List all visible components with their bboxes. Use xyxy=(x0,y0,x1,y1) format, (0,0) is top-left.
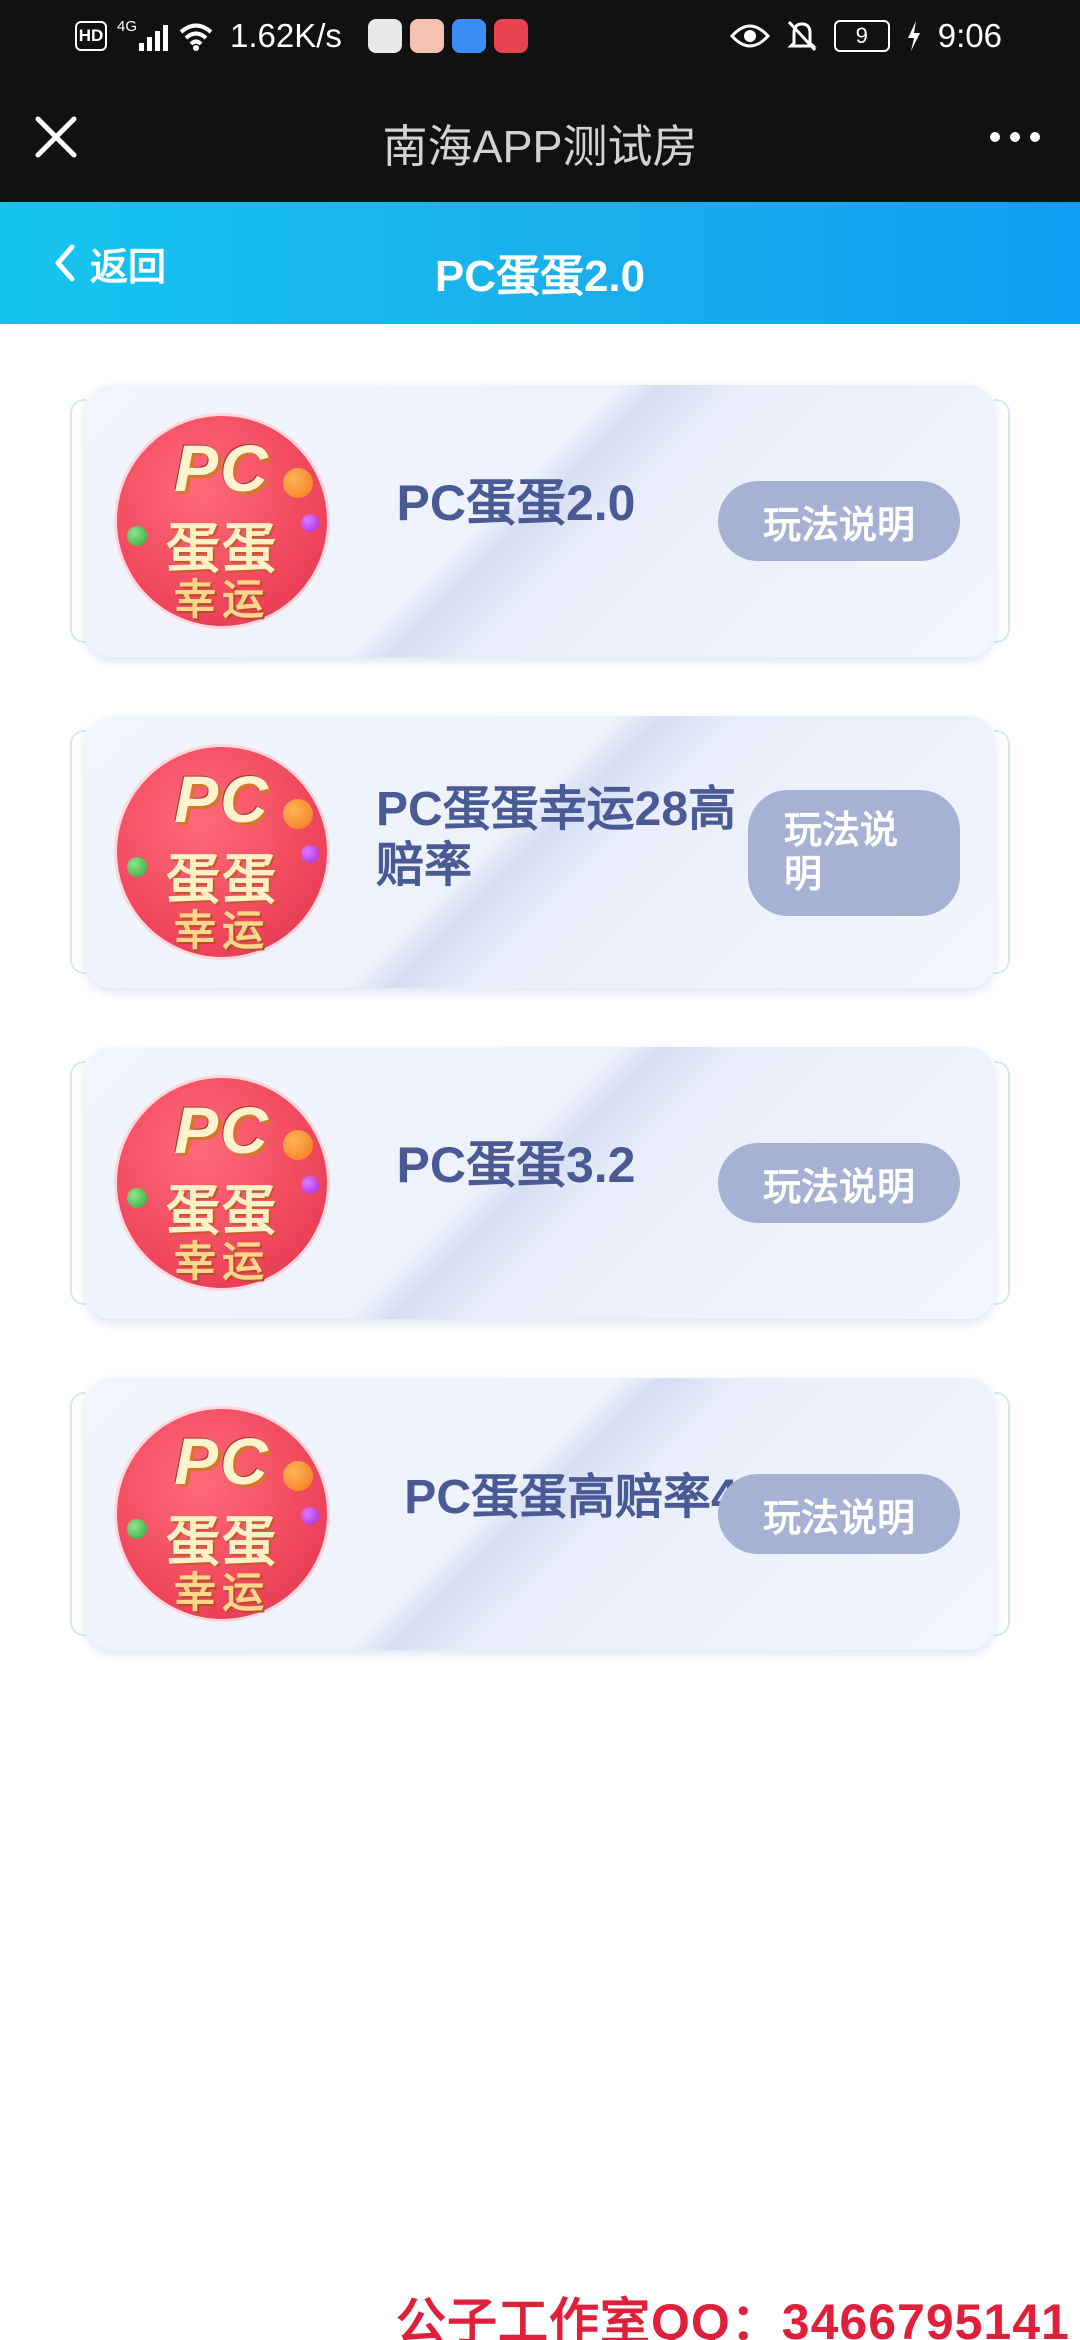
logo-purple-dot xyxy=(301,514,319,532)
network-speed: 1.62K/s xyxy=(230,17,342,54)
card-edge-right xyxy=(994,730,1010,974)
card-edge-right xyxy=(994,1061,1010,1305)
game-logo: PC 蛋蛋 幸运 xyxy=(114,1075,330,1291)
game-name: PC蛋蛋幸运28高赔率 xyxy=(376,783,737,892)
nav-header: 返回 PC蛋蛋2.0 xyxy=(0,202,1080,324)
app-icon-4 xyxy=(493,19,528,53)
watermark-text: 公子工作室QQ：3466795141 xyxy=(396,2294,1070,2340)
card-edge-right xyxy=(994,399,1010,643)
battery-level: 9 xyxy=(855,23,868,48)
more-menu-button[interactable] xyxy=(980,117,1050,157)
card-background: PC 蛋蛋 幸运 PC蛋蛋3.2 玩法说明 xyxy=(86,1047,994,1319)
rules-button[interactable]: 玩法说明 xyxy=(748,790,960,916)
logo-green-dot xyxy=(127,857,147,877)
game-name: PC蛋蛋2.0 xyxy=(396,475,636,531)
title-bar: 南海APP测试房 xyxy=(0,72,1080,202)
eye-icon xyxy=(729,24,770,48)
more-dot-icon xyxy=(990,132,1000,142)
game-name: PC蛋蛋3.2 xyxy=(396,1137,636,1193)
rules-button[interactable]: 玩法说明 xyxy=(718,481,960,561)
logo-orange-dot xyxy=(283,799,313,829)
wifi-icon xyxy=(179,23,213,51)
card-edge-right xyxy=(994,1392,1010,1636)
hd-icon: HD xyxy=(75,21,107,51)
card-background: PC 蛋蛋 幸运 PC蛋蛋幸运28高赔率 玩法说明 xyxy=(86,716,994,988)
game-card[interactable]: PC 蛋蛋 幸运 PC蛋蛋3.2 玩法说明 xyxy=(70,1047,1010,1319)
logo-orange-dot xyxy=(283,1461,313,1491)
rules-button[interactable]: 玩法说明 xyxy=(718,1474,960,1554)
card-edge-left xyxy=(70,730,86,974)
card-edge-left xyxy=(70,1061,86,1305)
logo-purple-dot xyxy=(301,1176,319,1194)
signal-icon xyxy=(139,21,169,51)
game-card[interactable]: PC 蛋蛋 幸运 PC蛋蛋高赔率4 玩法说明 xyxy=(70,1378,1010,1650)
logo-purple-dot xyxy=(301,845,319,863)
logo-text-luck: 幸运 xyxy=(173,907,270,954)
card-background: PC 蛋蛋 幸运 PC蛋蛋2.0 玩法说明 xyxy=(86,385,994,657)
notification-app-icons xyxy=(367,19,528,53)
app-icon-2 xyxy=(409,19,444,53)
more-dot-icon xyxy=(1030,132,1040,142)
logo-green-dot xyxy=(127,526,147,546)
game-logo: PC 蛋蛋 幸运 xyxy=(114,413,330,629)
logo-purple-dot xyxy=(301,1507,319,1525)
battery-icon: 9 xyxy=(833,20,890,52)
logo-text-luck: 幸运 xyxy=(173,1569,270,1616)
clock: 9:06 xyxy=(937,17,1002,54)
card-edge-left xyxy=(70,399,86,643)
app-icon-3 xyxy=(451,19,486,53)
charging-icon xyxy=(907,21,920,51)
card-edge-left xyxy=(70,1392,86,1636)
status-right: 9 9:06 xyxy=(729,12,1002,60)
game-card[interactable]: PC 蛋蛋 幸运 PC蛋蛋2.0 玩法说明 xyxy=(70,385,1010,657)
app-icon-1 xyxy=(367,19,402,53)
logo-orange-dot xyxy=(283,468,313,498)
game-card[interactable]: PC 蛋蛋 幸运 PC蛋蛋幸运28高赔率 玩法说明 xyxy=(70,716,1010,988)
game-logo: PC 蛋蛋 幸运 xyxy=(114,1406,330,1622)
logo-green-dot xyxy=(127,1519,147,1539)
status-left: HD 4G 1.62K/s xyxy=(75,12,528,60)
logo-orange-dot xyxy=(283,1130,313,1160)
more-dot-icon xyxy=(1010,132,1020,142)
mute-bell-icon xyxy=(787,20,817,52)
logo-text-luck: 幸运 xyxy=(173,1238,270,1285)
page-title: PC蛋蛋2.0 xyxy=(434,252,646,301)
logo-green-dot xyxy=(127,1188,147,1208)
game-name: PC蛋蛋高赔率4 xyxy=(404,1471,738,1524)
network-type: 4G xyxy=(117,17,138,35)
window-title: 南海APP测试房 xyxy=(382,121,698,172)
status-bar: HD 4G 1.62K/s 9 9:06 xyxy=(0,0,1080,72)
rules-button[interactable]: 玩法说明 xyxy=(718,1143,960,1223)
logo-text-luck: 幸运 xyxy=(173,576,270,623)
card-background: PC 蛋蛋 幸运 PC蛋蛋高赔率4 玩法说明 xyxy=(86,1378,994,1650)
game-logo: PC 蛋蛋 幸运 xyxy=(114,744,330,960)
